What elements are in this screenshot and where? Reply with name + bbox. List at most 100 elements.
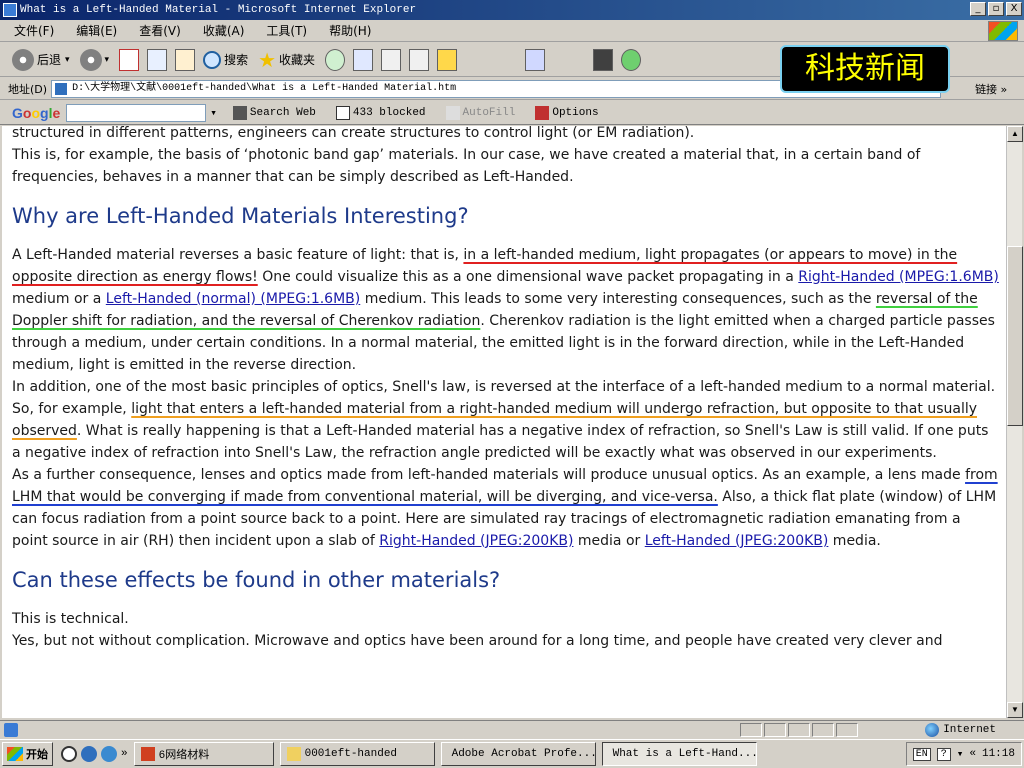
- scroll-down-button[interactable]: ▼: [1007, 702, 1023, 718]
- status-bar: Internet: [0, 720, 1024, 738]
- task-acrobat[interactable]: Adobe Acrobat Profe...: [440, 742, 596, 766]
- autofill-label: AutoFill: [462, 106, 516, 119]
- back-button[interactable]: 后退 ▾: [12, 48, 70, 71]
- system-tray: EN ? ▾ « 11:18: [905, 742, 1022, 766]
- search-button[interactable]: 搜索: [203, 50, 248, 69]
- menu-tools[interactable]: 工具(T): [266, 22, 307, 39]
- windows-logo-icon: [988, 21, 1018, 41]
- text-span: One could visualize this as a one dimens…: [257, 269, 799, 285]
- scroll-up-button[interactable]: ▲: [1007, 126, 1023, 142]
- forward-arrow-icon: [79, 48, 102, 71]
- help-icon[interactable]: ?: [936, 747, 951, 761]
- right-handed-jpeg-link[interactable]: Right-Handed (JPEG:200KB): [379, 533, 573, 549]
- mail-icon[interactable]: [353, 48, 374, 71]
- print-icon[interactable]: [381, 48, 402, 71]
- history-icon[interactable]: [325, 48, 346, 71]
- text-span: media or: [573, 533, 645, 549]
- task-network-materials[interactable]: 6网络材料: [133, 742, 274, 766]
- messenger-icon[interactable]: [621, 48, 642, 71]
- menu-help[interactable]: 帮助(H): [329, 22, 371, 39]
- folder-icon: [286, 747, 301, 761]
- options-button[interactable]: Options: [535, 105, 599, 120]
- paragraph-snell: In addition, one of the most basic princ…: [12, 376, 1000, 464]
- autofill-button[interactable]: AutoFill: [445, 105, 516, 120]
- status-segment: [836, 723, 858, 737]
- search-web-button[interactable]: Search Web: [232, 105, 316, 120]
- language-indicator[interactable]: EN: [912, 747, 931, 761]
- desktop-icon[interactable]: [61, 746, 77, 762]
- task-label: What is a Left-Hand...: [612, 748, 757, 760]
- clock: 11:18: [981, 748, 1015, 760]
- binoculars-icon: [232, 105, 247, 120]
- notebook-icon[interactable]: [593, 48, 614, 71]
- refresh-icon[interactable]: [147, 48, 168, 71]
- paragraph-technical: This is technical.: [12, 611, 129, 627]
- scroll-thumb[interactable]: [1007, 246, 1023, 426]
- options-icon: [535, 105, 550, 120]
- powerpoint-icon: [140, 747, 155, 761]
- right-handed-mpeg-link[interactable]: Right-Handed (MPEG:1.6MB): [798, 269, 999, 285]
- media-icon[interactable]: [101, 746, 117, 762]
- magnifier-icon: [203, 50, 222, 69]
- tray-expand-icon[interactable]: «: [969, 748, 976, 760]
- menu-favorites[interactable]: 收藏(A): [203, 22, 245, 39]
- links-button[interactable]: 链接 »: [975, 81, 1007, 97]
- ie-quicklaunch-icon[interactable]: [81, 746, 97, 762]
- paragraph-reversal: A Left-Handed material reverses a basic …: [12, 244, 1000, 376]
- back-dropdown-icon[interactable]: ▾: [65, 55, 70, 65]
- status-segments: [740, 723, 858, 737]
- google-search-dropdown-icon[interactable]: ▾: [210, 106, 217, 120]
- maximize-button[interactable]: ▫: [988, 2, 1004, 16]
- left-handed-mpeg-link[interactable]: Left-Handed (normal) (MPEG:1.6MB): [106, 291, 360, 307]
- back-arrow-icon: [12, 48, 34, 71]
- window-title: What is a Left-Handed Material - Microso…: [20, 4, 417, 16]
- task-label: Adobe Acrobat Profe...: [451, 748, 596, 760]
- menu-edit[interactable]: 编辑(E): [76, 22, 117, 39]
- popup-blocker-icon: [335, 105, 350, 120]
- window-title-bar: What is a Left-Handed Material - Microso…: [0, 0, 1024, 20]
- menu-file[interactable]: 文件(F): [14, 22, 54, 39]
- ie-app-icon: [3, 3, 17, 17]
- forward-button[interactable]: ▾: [79, 48, 110, 71]
- task-ie-left-handed[interactable]: What is a Left-Hand...: [601, 742, 757, 766]
- status-segment: [812, 723, 834, 737]
- google-search-input[interactable]: [66, 103, 207, 122]
- google-toolbar: Google ▾ Search Web 433 blocked AutoFill…: [0, 101, 1024, 125]
- discuss-icon[interactable]: [437, 48, 458, 71]
- edit-icon[interactable]: [409, 48, 430, 71]
- tray-arrow-icon[interactable]: ▾: [957, 747, 964, 761]
- quick-launch: »: [61, 746, 128, 762]
- status-segment: [740, 723, 762, 737]
- home-icon[interactable]: [175, 48, 196, 71]
- quicklaunch-more-icon[interactable]: »: [121, 748, 128, 760]
- google-logo[interactable]: Google: [12, 105, 60, 121]
- security-zone: Internet: [925, 722, 996, 737]
- minimize-button[interactable]: _: [970, 2, 986, 16]
- status-segment: [764, 723, 786, 737]
- text-span: . What is really happening is that a Lef…: [12, 423, 989, 461]
- address-label: 地址(D): [8, 82, 48, 96]
- vertical-scrollbar[interactable]: ▲ ▼: [1006, 126, 1023, 718]
- research-icon[interactable]: [525, 48, 546, 71]
- task-folder-left-handed[interactable]: 0001eft-handed: [279, 742, 435, 766]
- favorites-button[interactable]: ★ 收藏夹: [258, 48, 315, 72]
- favorites-label: 收藏夹: [279, 53, 316, 67]
- taskbar: 开始 » 6网络材料 0001eft-handed Adobe Acrobat …: [0, 739, 1024, 768]
- page-status-icon: [4, 722, 18, 737]
- window-controls: _ ▫ X: [970, 2, 1022, 16]
- menu-view[interactable]: 查看(V): [139, 22, 181, 39]
- paragraph-complication: Yes, but not without complication. Micro…: [12, 633, 943, 649]
- start-button[interactable]: 开始: [2, 742, 53, 766]
- intro-paragraph-1: structured in different patterns, engine…: [12, 126, 695, 141]
- blocked-count-label: 433 blocked: [352, 106, 426, 119]
- left-handed-jpeg-link[interactable]: Left-Handed (JPEG:200KB): [645, 533, 829, 549]
- forward-dropdown-icon[interactable]: ▾: [105, 55, 110, 65]
- popup-blocker-button[interactable]: 433 blocked: [335, 105, 426, 120]
- google-logo-letter: o: [31, 104, 41, 121]
- stop-icon[interactable]: [119, 48, 140, 71]
- google-logo-letter: G: [12, 104, 23, 121]
- zone-label: Internet: [943, 723, 996, 736]
- tech-news-badge: 科技新闻: [780, 45, 950, 93]
- close-button[interactable]: X: [1006, 2, 1022, 16]
- text-span: medium. This leads to some very interest…: [360, 291, 876, 307]
